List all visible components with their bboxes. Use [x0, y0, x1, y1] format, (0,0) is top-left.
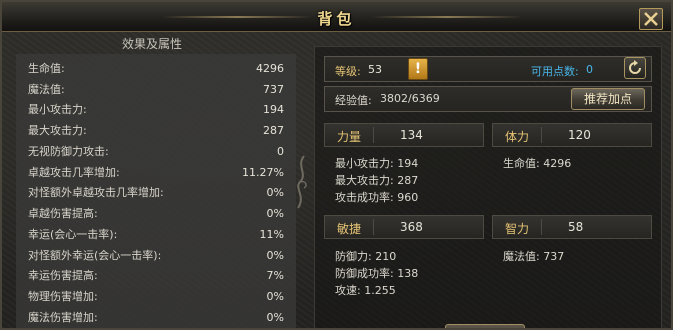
attr-name: 敏捷	[337, 222, 362, 236]
stat-value: 11.27%	[242, 166, 284, 179]
stat-row-luck-dmg: 幸运伤害提高: 7%	[28, 266, 284, 286]
agility-detail-def-rate: 防御成功率: 138	[335, 267, 419, 280]
stamina-detail-hp: 生命值: 4296	[503, 157, 572, 170]
stat-row-excellent-dmg: 卓越伤害提高: 0%	[28, 204, 284, 224]
recommend-points-button[interactable]: 推荐加点	[571, 88, 645, 110]
stat-value: 11%	[259, 228, 284, 241]
attr-divider	[373, 219, 374, 235]
reset-points-button[interactable]	[624, 57, 646, 79]
stat-row-phys-dmg: 物理伤害增加: 0%	[28, 287, 284, 307]
exp-label: 经验值:	[335, 94, 372, 107]
level-info-button[interactable]: !	[408, 58, 428, 80]
stat-label: 幸运伤害提高:	[28, 269, 98, 282]
attr-strength-header[interactable]: 力量 134	[324, 123, 484, 147]
stat-value: 0	[277, 145, 284, 158]
title-bar[interactable]: 背包	[2, 2, 671, 32]
bottom-action-button[interactable]	[445, 324, 525, 328]
attr-value: 134	[400, 128, 423, 142]
stat-row-max-atk: 最大攻击力: 287	[28, 121, 284, 141]
attr-value: 368	[400, 220, 423, 234]
level-value: 53	[368, 63, 382, 76]
stat-label: 生命值:	[28, 62, 65, 75]
available-points-label: 可用点数:	[531, 65, 579, 78]
stat-value: 0%	[266, 186, 284, 199]
stat-label: 无视防御力攻击:	[28, 145, 109, 158]
exp-value: 3802/6369	[380, 92, 440, 105]
stat-row-mp: 魔法值: 737	[28, 80, 284, 100]
strength-detail-max-atk: 最大攻击力: 287	[335, 174, 419, 187]
stat-value: 0%	[266, 207, 284, 220]
stat-value: 4296	[256, 62, 284, 75]
stat-value: 0%	[266, 311, 284, 324]
stat-value: 7%	[266, 269, 284, 282]
attr-agility-header[interactable]: 敏捷 368	[324, 215, 484, 239]
attr-energy-header[interactable]: 智力 58	[492, 215, 652, 239]
stat-row-luck: 幸运(会心一击率): 11%	[28, 225, 284, 245]
agility-detail-atk-speed: 攻速: 1.255	[335, 284, 396, 297]
stat-row-hp: 生命值: 4296	[28, 59, 284, 79]
stat-row-min-atk: 最小攻击力: 194	[28, 100, 284, 120]
agility-detail-defense: 防御力: 210	[335, 250, 397, 263]
stat-row-ignore-def: 无视防御力攻击: 0	[28, 142, 284, 162]
inventory-window: 背包 效果及属性 生命值: 4296 魔法值: 737 最小攻击力: 194 最…	[0, 0, 673, 330]
stat-label: 卓越伤害提高:	[28, 207, 98, 220]
stat-value: 0%	[266, 290, 284, 303]
refresh-icon	[629, 60, 641, 74]
attr-divider	[373, 127, 374, 143]
effects-header: 效果及属性	[122, 37, 183, 51]
attr-divider	[541, 127, 542, 143]
stat-row-excellent-rate-monster: 对怪额外卓越攻击几率增加: 0%	[28, 183, 284, 203]
strength-detail-min-atk: 最小攻击力: 194	[335, 157, 419, 170]
close-icon	[644, 12, 658, 26]
stat-label: 对怪额外幸运(会心一击率):	[28, 249, 162, 262]
attr-value: 58	[568, 220, 584, 234]
attr-stamina-header[interactable]: 体力 120	[492, 123, 652, 147]
close-button[interactable]	[639, 8, 663, 30]
attr-name: 智力	[505, 222, 530, 236]
level-label: 等级:	[335, 65, 361, 78]
stat-label: 幸运(会心一击率):	[28, 228, 118, 241]
stat-value: 194	[263, 103, 284, 116]
available-points-value: 0	[586, 63, 593, 76]
stat-label: 物理伤害增加:	[28, 290, 98, 303]
stat-row-magic-dmg: 魔法伤害增加: 0%	[28, 308, 284, 328]
strength-detail-hit-rate: 攻击成功率: 960	[335, 191, 419, 204]
attr-divider	[541, 219, 542, 235]
stat-value: 287	[263, 124, 284, 137]
attr-name: 力量	[337, 130, 362, 144]
stat-value: 0%	[266, 249, 284, 262]
exclamation-icon: !	[414, 61, 422, 77]
stat-row-luck-monster: 对怪额外幸运(会心一击率): 0%	[28, 246, 284, 266]
window-title: 背包	[317, 10, 356, 28]
energy-detail-mp: 魔法值: 737	[503, 250, 565, 263]
stat-row-excellent-rate: 卓越攻击几率增加: 11.27%	[28, 163, 284, 183]
stat-label: 对怪额外卓越攻击几率增加:	[28, 186, 164, 199]
stat-value: 737	[263, 83, 284, 96]
stat-label: 魔法伤害增加:	[28, 311, 98, 324]
divider-ornament-icon	[297, 155, 307, 209]
stat-label: 最大攻击力:	[28, 124, 87, 137]
stat-label: 卓越攻击几率增加:	[28, 166, 120, 179]
stat-label: 魔法值:	[28, 83, 65, 96]
stat-label: 最小攻击力:	[28, 103, 87, 116]
attr-name: 体力	[505, 130, 530, 144]
attr-value: 120	[568, 128, 591, 142]
